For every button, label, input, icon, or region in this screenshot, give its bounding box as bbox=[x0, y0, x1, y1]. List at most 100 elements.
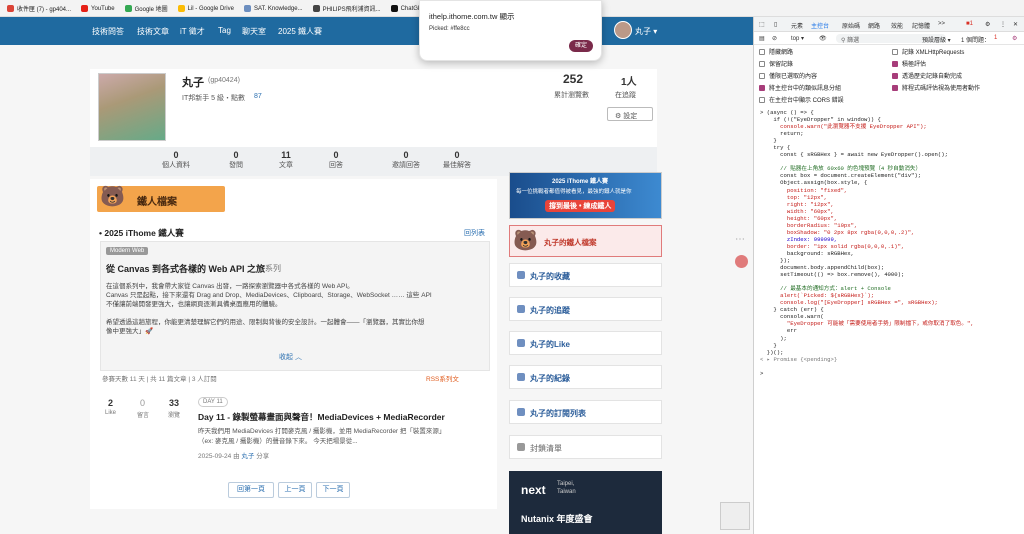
console-line: } bbox=[760, 341, 777, 349]
console-settings-icon[interactable]: ⚙ bbox=[1012, 35, 1017, 42]
tab-network[interactable]: 網路 bbox=[868, 21, 880, 30]
stat-item[interactable]: 0 個人資料 bbox=[146, 150, 206, 170]
clear-console-icon[interactable]: ⊘ bbox=[772, 35, 777, 42]
floating-action-icon[interactable] bbox=[735, 255, 748, 268]
bookmark-item[interactable]: 收件匣 (7) - gp404... bbox=[7, 0, 71, 16]
bookmark-favicon-icon bbox=[390, 5, 398, 12]
bookmark-item[interactable]: Lil - Google Drive bbox=[177, 0, 234, 16]
sidebar-item-subscriptions[interactable]: 丸子的訂閱列表 bbox=[509, 400, 662, 424]
article-title[interactable]: Day 11 - 錄製螢幕畫面與聲音！MediaDevices + MediaR… bbox=[198, 411, 445, 423]
console-line: })(); bbox=[760, 348, 784, 356]
console-option-checkbox[interactable]: 記錄 XMLHttpRequests bbox=[892, 47, 964, 56]
device-toolbar-icon[interactable]: ▯ bbox=[774, 21, 777, 28]
console-line: borderRadius: "10px", bbox=[760, 221, 858, 229]
share-icon[interactable]: ⋯ bbox=[735, 234, 745, 245]
sidebar-item-likes[interactable]: 丸子的Like bbox=[509, 331, 662, 355]
console-line: const box = document.createElement("div"… bbox=[760, 172, 922, 180]
console-option-checkbox[interactable]: 僅限已選取的內容 bbox=[759, 71, 817, 80]
context-select[interactable]: top ▾ bbox=[791, 35, 804, 42]
series-meta: 參賽天數 11 天 | 共 11 篇文章 | 3 人訂閱 bbox=[102, 376, 217, 383]
more-tabs-button[interactable]: >> bbox=[938, 21, 945, 27]
console-option-checkbox[interactable]: 透過歷史記錄自動完成 bbox=[892, 71, 962, 80]
following-label: 在追蹤 bbox=[615, 92, 636, 99]
console-option-checkbox[interactable]: 保留記錄 bbox=[759, 59, 793, 68]
nav-item-chat[interactable]: 聊天室 bbox=[242, 26, 266, 37]
tab-performance[interactable]: 效能 bbox=[891, 21, 903, 30]
rss-link[interactable]: RSS系列文 bbox=[426, 373, 459, 383]
bookmark-item[interactable]: PHILIPS飛利浦資訊... bbox=[312, 0, 381, 16]
nav-item-articles[interactable]: 技術文章 bbox=[137, 26, 169, 37]
nav-item-ironman[interactable]: 2025 鐵人賽 bbox=[278, 26, 322, 37]
console-line: err bbox=[760, 327, 797, 335]
sidebar-toggle-icon[interactable]: ▤ bbox=[759, 35, 765, 42]
nav-item-jobs[interactable]: iT 徵才 bbox=[180, 26, 205, 37]
day-badge: DAY 11 bbox=[198, 397, 228, 407]
console-option-checkbox[interactable]: 在主控台中顯示 CORS 錯誤 bbox=[759, 95, 844, 104]
bookmark-item[interactable]: YouTube bbox=[81, 0, 115, 16]
ironman-promo-banner[interactable]: 2025 iThome 鐵人賽 每一位挑戰者都值得被看見，最強的鐵人就是你 撐到… bbox=[509, 172, 662, 219]
bookmark-item[interactable]: Google 地圖 bbox=[124, 0, 168, 16]
series-title[interactable]: 從 Canvas 到各式各樣的 Web API 之旅 bbox=[106, 262, 265, 275]
console-option-checkbox[interactable]: 隱藏網路 bbox=[759, 47, 793, 56]
prev-page-button[interactable]: 上一頁 bbox=[278, 482, 312, 498]
console-line: } bbox=[760, 137, 777, 145]
stat-item[interactable]: 0 回答 bbox=[306, 150, 366, 170]
eye-icon[interactable]: 👁 bbox=[819, 35, 827, 42]
alert-dialog: ithelp.ithome.com.tw 顯示 Picked: #ffe8cc … bbox=[419, 0, 602, 61]
first-page-button[interactable]: 回第一頁 bbox=[228, 482, 274, 498]
settings-gear-icon[interactable]: ⚙ bbox=[985, 21, 990, 28]
back-to-list-link[interactable]: 回列表 bbox=[464, 228, 485, 238]
nav-item-questions[interactable]: 技術問答 bbox=[92, 26, 124, 37]
profile-points[interactable]: 87 bbox=[254, 93, 262, 100]
issues-badge[interactable]: 1 bbox=[994, 35, 997, 41]
iron-file-card[interactable]: 🐻 丸子的鐵人檔案 bbox=[509, 225, 662, 257]
console-line: > bbox=[760, 369, 764, 377]
tab-sources[interactable]: 原始碼 bbox=[842, 21, 860, 30]
sidebar-item-following[interactable]: 丸子的追蹤 bbox=[509, 297, 662, 321]
user-avatar[interactable] bbox=[614, 21, 632, 39]
user-block-icon bbox=[517, 443, 525, 451]
log-levels-select[interactable]: 預設層級 ▾ bbox=[922, 35, 951, 44]
bear-mascot-icon: 🐻 bbox=[513, 230, 538, 252]
tab-memory[interactable]: 記憶體 bbox=[912, 21, 930, 30]
tab-elements[interactable]: 元素 bbox=[791, 21, 803, 30]
nutanix-ad[interactable]: next Taipei, Taiwan Nutanix 年度盛會 bbox=[509, 471, 662, 534]
console-line: border: "1px solid rgba(0,0,0,.1)", bbox=[760, 242, 905, 250]
sidebar-item-records[interactable]: 丸子的紀錄 bbox=[509, 365, 662, 389]
sidebar-item-blocklist[interactable]: 封鎖清單 bbox=[509, 435, 662, 459]
console-output: > (async () => { if (!("EyeDropper" in w… bbox=[754, 109, 1024, 377]
console-option-checkbox[interactable]: 將程式碼評估視為使用者動作 bbox=[892, 83, 980, 92]
issues-count[interactable]: 1 個問題： bbox=[961, 35, 990, 44]
console-line: }); bbox=[760, 256, 791, 264]
bookmark-item[interactable]: SAT. Knowledge... bbox=[243, 0, 303, 16]
user-menu[interactable]: 丸子 ▾ bbox=[635, 26, 657, 37]
views-count: 252 bbox=[563, 72, 584, 86]
console-option-checkbox[interactable]: 將主控台中的類似訊息分組 bbox=[759, 83, 841, 92]
inspect-icon[interactable]: ⬚ bbox=[759, 21, 765, 28]
recaptcha-badge bbox=[720, 502, 750, 530]
ironman-banner: 🐻 鐵人檔案 bbox=[97, 186, 225, 212]
following-count[interactable]: 1人 bbox=[621, 73, 637, 88]
console-line: console.warn("此瀏覽器不支援 EyeDropper API"); bbox=[760, 123, 927, 131]
console-line: boxShadow: "0 2px 8px rgba(0,0,0,.2)", bbox=[760, 228, 915, 236]
series-card: Modern Web 從 Canvas 到各式各樣的 Web API 之旅 系列… bbox=[100, 241, 490, 371]
heart-icon bbox=[517, 305, 525, 313]
next-page-button[interactable]: 下一頁 bbox=[316, 482, 350, 498]
collapse-button[interactable]: 收起 ︿ bbox=[279, 352, 302, 362]
sidebar-item-favorites[interactable]: 丸子的收藏 bbox=[509, 263, 662, 287]
stat-item[interactable]: 0 最佳解答 bbox=[427, 150, 487, 170]
nav-item-tag[interactable]: Tag bbox=[218, 26, 231, 35]
bookmark-favicon-icon bbox=[177, 5, 185, 12]
category-tag[interactable]: Modern Web bbox=[106, 247, 149, 255]
ok-button[interactable]: 確定 bbox=[569, 40, 593, 52]
console-line: } catch (err) { bbox=[760, 306, 824, 314]
console-line: console.log("[EyeDropper] sRGBHex =", sR… bbox=[760, 299, 938, 307]
console-line: < ▸ Promise {<pending>} bbox=[760, 355, 838, 363]
error-badge[interactable]: ■1 bbox=[966, 21, 973, 27]
console-option-checkbox[interactable]: 積極評估 bbox=[892, 59, 926, 68]
console-line: return; bbox=[760, 130, 804, 138]
menu-dots-icon[interactable]: ⋮ bbox=[1000, 21, 1006, 28]
settings-button[interactable]: ⚙ 設定 bbox=[607, 107, 653, 121]
profile-card: 丸子 (gp40424) IT邦新手 5 級・點數 87 252 累計瀏覽數 1… bbox=[90, 69, 657, 147]
close-icon[interactable]: ✕ bbox=[1013, 21, 1018, 28]
